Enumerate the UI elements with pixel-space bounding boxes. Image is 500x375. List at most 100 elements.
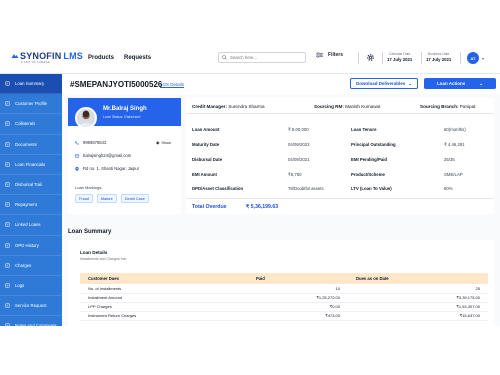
detail-label: EMI Amount [192,172,217,177]
address: Rd no. 1, Shanti Nagar, Jaipur [83,166,140,171]
paid-value: ₹473.00 [248,311,348,321]
sidebar-item-service-request[interactable]: Service Request [0,296,62,317]
customer-avatar [75,107,97,129]
table-row: Installment Amount ₹1,25,270.00 ₹3,39,17… [80,293,488,303]
paid-value: ₹0.00 [248,302,348,312]
loan-id: #SMEPANJYOTI5000526 [70,80,163,89]
loan-details-summary-card: Loan Details Installments and Charges In… [68,240,494,326]
sidebar-item-repayment[interactable]: Repayment [0,195,62,216]
los-details-link[interactable]: LOS Details [160,82,184,87]
sourcing-rm-label: Sourcing RM: [314,104,344,109]
download-deliverables-label: Download Deliverables [355,81,406,86]
loan-status: Loan Status: Disbursed [103,115,141,119]
coin-icon [5,263,10,268]
sourcing-branch-label: Sourcing Branch: [420,104,459,109]
sidebar-item-label: Loan Financials [15,161,46,167]
loan-actions-button[interactable]: Loan Actions ⌄ [424,78,496,89]
sidebar-item-label: Service Request [15,303,47,309]
chevron-down-icon: ⌄ [408,80,413,86]
detail-label: Product/Scheme [351,172,385,177]
detail-label: LTV (Loan To Value) [351,186,392,191]
sourcing-rm: Sourcing RM: Manish Kumawat [314,104,380,109]
column-header: Customer Dues [80,273,248,284]
search-box[interactable] [218,52,306,63]
log-icon [5,283,10,288]
loan-markings-label: Loan Markings: [75,185,103,190]
detail-value: 78/Doubtful assets [288,186,324,191]
nav-requests[interactable]: Requests [124,55,151,61]
user-avatar[interactable]: AT [467,52,479,64]
detail-label: Principal Outstanding [351,142,396,147]
sidebar-item-label: Disbursal Trail [15,182,43,188]
sidebar-item-label: Customer Profile [15,101,47,107]
logo-lms-text: LMS [63,51,84,61]
paid-value: 10 [248,284,348,294]
sidebar-item-label: Repayment [15,202,37,208]
sidebar-item-disbursal-trail[interactable]: Disbursal Trail [0,175,62,196]
credit-manager: Credit Manager: Surendra Sharma [192,104,265,109]
mail-icon [75,154,79,157]
customer-profile-card: Mr.Balraj Singh Loan Status: Disbursed 9… [68,98,181,214]
due-value: ₹15,637.00 [348,311,488,321]
email-row: balrajsingh24@gmail.com [75,153,131,158]
document-icon [5,81,10,86]
gear-icon[interactable] [366,53,375,62]
paid-value: ₹1,25,270.00 [248,293,348,303]
customer-name: Mr.Balraj Singh [103,106,147,112]
sidebar-item-linked-loans[interactable]: Linked Loans [0,215,62,236]
nav-products[interactable]: Products [88,55,114,61]
top-nav: Products Requests [88,55,151,61]
download-deliverables-button[interactable]: Download Deliverables ⌄ [350,78,418,89]
search-input[interactable] [230,55,305,60]
business-date-label: Business Date [428,52,450,56]
sidebar-item-label: Charges [15,262,32,268]
chevron-down-icon[interactable]: ▾ [482,56,484,61]
user-icon [5,101,10,107]
table-row: No. of Installments 10 25 [80,284,488,294]
sidebar-item-collaterals[interactable]: Collaterals [0,114,62,135]
marking-chip: Fraud [75,194,93,203]
show-phone-button[interactable]: ◉ Show [156,140,171,146]
phone-row: 9999878543 [75,140,106,145]
sidebar-item-label: Loan Summary [15,81,45,87]
sidebar-item-charges[interactable]: Charges [0,256,62,276]
search-icon [222,55,227,60]
loan-actions-label: Loan Actions [436,81,466,86]
loan-summary-title: Loan Summary [68,229,112,235]
main-content: #SMEPANJYOTI5000526 LOS Details Download… [62,74,500,326]
sidebar-item-documents[interactable]: Documents [0,135,62,155]
detail-label: Maturity Date [192,142,220,147]
table-row: LPP Charges ₹0.00 ₹1,53,307.00 [80,302,488,312]
page-footer-space [0,326,500,375]
logo-mark-icon [11,54,19,58]
sidebar-item-loan-financials[interactable]: Loan Financials [0,155,62,175]
sidebar-item-loan-summary[interactable]: Loan Summary [0,74,62,95]
filter-icon [316,52,323,58]
filters-button[interactable]: Filters [316,52,343,58]
sidebar-item-label: Logs [15,282,25,288]
sidebar-item-customer-profile[interactable]: Customer Profile [0,94,62,115]
sidebar-item-opd-history[interactable]: OPD History [0,236,62,256]
synofin-logo[interactable]: SYNOFIN LMS A UNIT OF FINARGE [11,51,83,64]
marking-chip: Death Case [120,194,149,203]
phone-icon [75,140,79,145]
eye-icon: ◉ [156,141,160,145]
column-header: Dues as on Date [348,273,488,284]
loan-details-subtitle: Installments and Charges Info [80,257,127,261]
detail-value: 60% [444,186,453,191]
sidebar-item-logs[interactable]: Logs [0,276,62,297]
email-address[interactable]: balrajsingh24@gmail.com [83,153,131,158]
sidebar-item-label: Documents [15,141,37,147]
total-overdue-value: ₹ 5,36,199.63 [246,204,279,210]
location-pin-icon [75,166,79,171]
filters-label: Filters [328,52,344,58]
dues-table: Customer Dues Paid Dues as on Date No. o… [80,273,488,321]
loan-details-card: Credit Manager: Surendra Sharma Sourcing… [186,98,494,214]
credit-manager-label: Credit Manager: [192,104,227,109]
credit-manager-value: Surendra Sharma [228,104,265,109]
due-name: LPP Charges [80,302,248,312]
due-name: No. of Installments [80,284,248,294]
divider [382,52,383,64]
detail-value: SME/LAP [444,172,463,177]
phone-number: 9999878543 [83,140,107,145]
